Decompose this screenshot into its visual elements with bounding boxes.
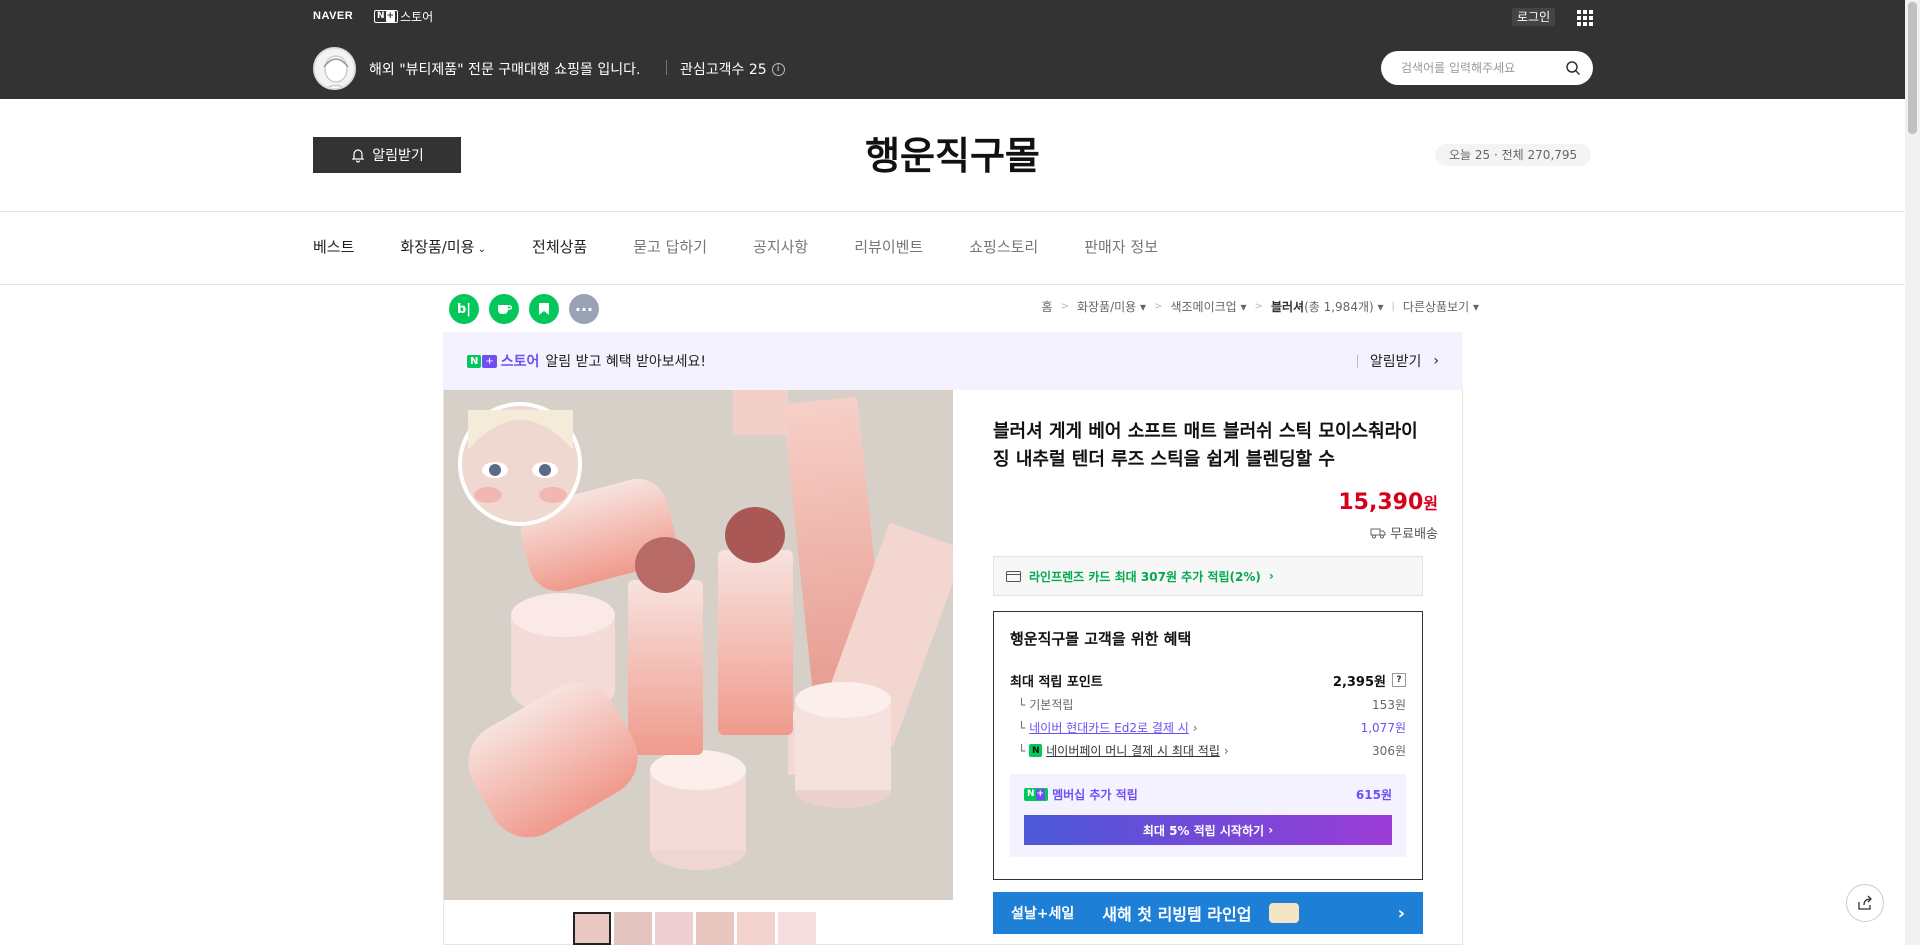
credit-card-icon xyxy=(1006,570,1021,582)
naver-plus-badge: N + xyxy=(374,10,399,23)
thumbnail[interactable] xyxy=(778,912,816,945)
cafe-icon[interactable] xyxy=(489,294,519,324)
breadcrumb-home[interactable]: 홈 xyxy=(1042,298,1053,315)
nav-item-review-event[interactable]: 리뷰이벤트 xyxy=(854,236,923,257)
visitor-count: 오늘 25 · 전체 270,795 xyxy=(1435,144,1592,166)
nav-item-all-products[interactable]: 전체상품 xyxy=(532,236,587,257)
alarm-banner: N + 스토어 알림 받고 혜택 받아보세요! 알림받기 › xyxy=(443,332,1463,390)
membership-box: N + 멤버십 추가 적립 615원 최대 5% 적립 시작하기 › xyxy=(1010,774,1406,857)
scrollbar-thumb[interactable] xyxy=(1908,2,1917,134)
event-banner-text: 새해 첫 리빙템 라인업 xyxy=(1102,905,1252,924)
naver-logo[interactable]: NAVER xyxy=(313,10,353,22)
help-icon[interactable]: ? xyxy=(1392,673,1406,687)
max-point-row: 최대 적립 포인트 2,395원? xyxy=(1010,667,1406,693)
breadcrumb-cat2[interactable]: 색조메이크업 ▾ xyxy=(1170,298,1246,315)
thumbnail[interactable] xyxy=(737,912,775,945)
product-main-image[interactable] xyxy=(443,390,953,900)
top-header: NAVER N + 스토어 로그인 해외 "뷰티제품" 전문 구매대행 쇼핑몰 입… xyxy=(0,0,1905,99)
banner-store-label: 스토어 xyxy=(500,354,540,370)
event-banner-tag: 설날+세일 xyxy=(1011,906,1075,922)
more-icon[interactable]: ··· xyxy=(569,294,599,324)
search-icon[interactable] xyxy=(1565,60,1581,76)
store-avatar[interactable] xyxy=(313,47,356,90)
divider xyxy=(0,211,1905,212)
share-icon xyxy=(1858,895,1872,910)
banner-text: 알림 받고 혜택 받아보세요! xyxy=(545,354,707,370)
interest-count: 관심고객수 25 i xyxy=(680,59,785,79)
nav-item-seller-info[interactable]: 판매자 정보 xyxy=(1084,236,1158,257)
store-logo[interactable]: N + 스토어 xyxy=(374,8,433,25)
store-logo-label: 스토어 xyxy=(400,10,434,24)
delivery-info: 무료배송 xyxy=(1370,523,1438,542)
share-float-button[interactable] xyxy=(1846,884,1884,922)
thumbnail[interactable] xyxy=(696,912,734,945)
search-box[interactable] xyxy=(1381,51,1593,85)
chevron-right-icon: › xyxy=(1192,720,1198,735)
card-point-link[interactable]: 네이버 현대카드 Ed2로 결제 시 xyxy=(1029,719,1189,736)
product-name: 블러셔 게게 베어 소프트 매트 블러쉬 스틱 모이스춰라이징 내추럴 텐더 루… xyxy=(993,421,1418,470)
info-icon[interactable]: i xyxy=(771,62,785,76)
breadcrumb: 홈 > 화장품/미용 ▾ > 색조메이크업 ▾ > 블러셔(총 1,984개) … xyxy=(1041,298,1479,315)
basic-point-row: └ 기본적립 153원 xyxy=(1018,697,1406,713)
chevron-right-icon: › xyxy=(1223,743,1229,758)
store-description: 해외 "뷰티제품" 전문 구매대행 쇼핑몰 입니다. xyxy=(369,62,641,78)
customer-benefit-box: 행운직구몰 고객을 위한 혜택 최대 적립 포인트 2,395원? └ 기본적립 … xyxy=(993,611,1423,880)
card-point-row: └ 네이버 현대카드 Ed2로 결제 시 › 1,077원 xyxy=(1018,719,1406,736)
visitor-today: 오늘 25 xyxy=(1449,148,1491,162)
nav-item-best[interactable]: 베스트 xyxy=(313,236,354,257)
blog-icon[interactable]: b| xyxy=(449,294,479,324)
search-input[interactable] xyxy=(1401,61,1565,75)
page-scrollbar[interactable] xyxy=(1905,0,1920,945)
truck-icon xyxy=(1370,528,1386,538)
category-nav: 베스트 화장품/미용 ⌄ 전체상품 묻고 답하기 공지사항 리뷰이벤트 쇼핑스토… xyxy=(313,236,1204,257)
benefit-title: 행운직구몰 고객을 위한 혜택 xyxy=(1010,630,1192,648)
naver-plus-logo: N + xyxy=(467,353,497,369)
naver-pay-icon: N xyxy=(1029,744,1043,757)
nav-item-qna[interactable]: 묻고 답하기 xyxy=(633,236,707,257)
breadcrumb-cat1[interactable]: 화장품/미용 ▾ xyxy=(1077,298,1146,315)
product-price: 15,390원 xyxy=(1338,490,1438,515)
money-point-row: └ N 네이버페이 머니 결제 시 최대 적립 › 306원 xyxy=(1018,742,1406,759)
band-icon[interactable] xyxy=(529,294,559,324)
chevron-right-icon: › xyxy=(1268,569,1274,583)
nav-item-cosmetics[interactable]: 화장품/미용 ⌄ xyxy=(400,236,486,257)
login-button[interactable]: 로그인 xyxy=(1512,8,1556,26)
interest-count-label: 관심고객수 25 xyxy=(680,62,767,78)
money-point-link[interactable]: 네이버페이 머니 결제 시 최대 적립 xyxy=(1046,742,1220,759)
thumbnail[interactable] xyxy=(614,912,652,945)
divider xyxy=(666,60,667,75)
breadcrumb-cat3[interactable]: 블러셔(총 1,984개) ▾ xyxy=(1271,298,1384,315)
divider xyxy=(0,284,1905,285)
chevron-right-icon: › xyxy=(1268,823,1274,837)
thumbnail[interactable] xyxy=(655,912,693,945)
event-banner[interactable]: 설날+세일 새해 첫 리빙템 라인업 › xyxy=(993,892,1423,934)
banner-alarm-button[interactable]: 알림받기 › xyxy=(1356,351,1439,371)
nav-item-shopping-story[interactable]: 쇼핑스토리 xyxy=(969,236,1038,257)
chevron-right-icon: › xyxy=(1397,902,1405,924)
store-title[interactable]: 행운직구몰 xyxy=(0,125,1905,180)
thumbnail[interactable] xyxy=(573,912,611,945)
apps-grid-icon[interactable] xyxy=(1577,10,1593,26)
membership-row: N + 멤버십 추가 적립 615원 xyxy=(1024,786,1392,803)
card-benefit-row[interactable]: 라인프렌즈 카드 최대 307원 추가 적립(2%) › xyxy=(993,556,1423,596)
naver-plus-badge: N + xyxy=(1024,788,1049,801)
thumbnail-list xyxy=(573,912,816,945)
chevron-right-icon: › xyxy=(1433,353,1439,369)
start-membership-button[interactable]: 최대 5% 적립 시작하기 › xyxy=(1024,815,1392,845)
card-benefit-text: 라인프렌즈 카드 최대 307원 추가 적립(2%) xyxy=(1029,569,1261,584)
visitor-total: 전체 270,795 xyxy=(1501,148,1578,162)
sofa-icon xyxy=(1269,903,1300,923)
breadcrumb-other-products[interactable]: 다른상품보기 ▾ xyxy=(1403,298,1479,315)
chevron-down-icon: ⌄ xyxy=(474,244,487,255)
nav-item-notice[interactable]: 공지사항 xyxy=(753,236,808,257)
